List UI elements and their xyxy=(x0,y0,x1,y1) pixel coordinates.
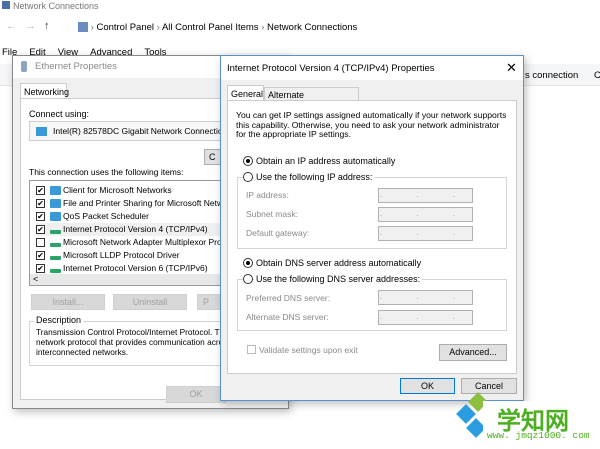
breadcrumb-item[interactable]: Network Connections xyxy=(267,22,357,33)
item-checkbox[interactable]: ✔ xyxy=(36,199,45,208)
close-icon[interactable]: ✕ xyxy=(506,60,517,76)
item-label: Microsoft LLDP Protocol Driver xyxy=(63,250,180,260)
use-dns-radio[interactable] xyxy=(243,274,253,284)
ip-address-field[interactable]: . . . xyxy=(378,188,473,203)
list-item[interactable]: Microsoft Network Adapter Multiplexor Pr… xyxy=(36,236,239,249)
obtain-dns-radio[interactable] xyxy=(243,258,253,268)
item-checkbox[interactable]: ✔ xyxy=(36,186,45,195)
item-label: Microsoft Network Adapter Multiplexor Pr… xyxy=(63,237,239,247)
toolbar-item[interactable]: s connection xyxy=(525,70,578,81)
toolbar-item[interactable]: C xyxy=(594,70,600,81)
watermark-logo: 学知网 www. jmqz1000. com xyxy=(447,392,600,449)
network-folder-icon xyxy=(2,1,10,9)
ok-button[interactable]: OK xyxy=(400,378,455,394)
obtain-ip-radio[interactable] xyxy=(243,156,253,166)
list-item[interactable]: ✔ Internet Protocol Version 4 (TCP/IPv4) xyxy=(36,223,238,236)
default-gateway-field[interactable]: . . . xyxy=(378,226,473,241)
ok-button[interactable]: OK xyxy=(166,386,226,403)
alternate-dns-label: Alternate DNS server: xyxy=(246,312,329,322)
subnet-mask-label: Subnet mask: xyxy=(246,209,298,219)
connect-using-label: Connect using: xyxy=(29,109,90,119)
use-ip-radio[interactable] xyxy=(243,172,253,182)
ip-address-label: IP address: xyxy=(246,190,289,200)
up-icon[interactable]: ↑ xyxy=(44,20,58,32)
advanced-button[interactable]: Advanced... xyxy=(439,344,507,361)
network-service-icon xyxy=(50,212,61,221)
explorer-title: Network Connections xyxy=(2,1,99,11)
item-checkbox[interactable] xyxy=(36,238,45,247)
default-gateway-label: Default gateway: xyxy=(246,228,310,238)
protocol-icon xyxy=(50,269,61,273)
preferred-dns-label: Preferred DNS server: xyxy=(246,293,331,303)
alternate-dns-field[interactable]: . . . xyxy=(378,310,473,325)
adapter-box: Intel(R) 82578DC Gigabit Network Connect… xyxy=(29,121,229,141)
items-label: This connection uses the following items… xyxy=(29,167,184,177)
forward-icon[interactable]: → xyxy=(25,20,44,32)
network-service-icon xyxy=(50,199,61,208)
item-label: QoS Packet Scheduler xyxy=(63,211,149,221)
breadcrumb-item[interactable]: Control Panel xyxy=(96,22,154,33)
install-button[interactable]: Install... xyxy=(31,294,105,310)
adapter-icon xyxy=(36,127,47,136)
protocol-icon xyxy=(50,256,61,260)
breadcrumb-item[interactable]: All Control Panel Items xyxy=(162,22,259,33)
item-label: Internet Protocol Version 4 (TCP/IPv4) xyxy=(63,224,208,234)
validate-checkbox[interactable] xyxy=(247,345,256,354)
cancel-button[interactable]: Cancel xyxy=(461,378,517,394)
ipv4-properties-dialog: Internet Protocol Version 4 (TCP/IPv4) P… xyxy=(220,55,524,401)
network-client-icon xyxy=(50,186,61,195)
item-checkbox[interactable]: ✔ xyxy=(36,225,45,234)
list-item[interactable]: ✔ QoS Packet Scheduler xyxy=(36,210,238,223)
protocol-icon xyxy=(50,230,61,234)
subnet-mask-field[interactable]: . . . xyxy=(378,207,473,222)
uninstall-button[interactable]: Uninstall xyxy=(113,294,187,310)
back-icon[interactable]: ← xyxy=(6,20,25,32)
item-checkbox[interactable]: ✔ xyxy=(36,212,45,221)
tab-general[interactable]: General xyxy=(227,85,264,101)
dialog-titlebar: Internet Protocol Version 4 (TCP/IPv4) P… xyxy=(221,56,523,80)
list-item[interactable]: ✔ Microsoft LLDP Protocol Driver xyxy=(36,249,238,262)
obtain-dns-label[interactable]: Obtain DNS server address automatically xyxy=(256,258,421,268)
items-list[interactable]: ✔ Client for Microsoft Networks ✔ File and … xyxy=(29,180,239,286)
use-dns-label[interactable]: Use the following DNS server addresses: xyxy=(254,274,423,284)
list-item[interactable]: ✔ Client for Microsoft Networks xyxy=(36,184,238,197)
protocol-icon xyxy=(50,243,61,247)
item-label: Client for Microsoft Networks xyxy=(63,185,172,195)
item-checkbox[interactable]: ✔ xyxy=(36,264,45,273)
tab-networking[interactable]: Networking xyxy=(20,83,69,99)
use-ip-label[interactable]: Use the following IP address: xyxy=(254,172,375,182)
item-checkbox[interactable]: ✔ xyxy=(36,251,45,260)
validate-label[interactable]: Validate settings upon exit xyxy=(259,345,358,355)
obtain-ip-label[interactable]: Obtain an IP address automatically xyxy=(256,156,395,166)
preferred-dns-field[interactable]: . . . xyxy=(378,290,473,305)
horizontal-scrollbar[interactable]: < xyxy=(30,274,238,285)
description-label: Description xyxy=(34,315,84,325)
item-label: File and Printer Sharing for Microsoft N… xyxy=(63,198,239,208)
list-item[interactable]: ✔ File and Printer Sharing for Microsoft … xyxy=(36,197,239,210)
control-panel-icon xyxy=(78,22,88,33)
tab-alternate-configuration[interactable]: Alternate Configuration xyxy=(264,87,359,110)
ethernet-icon xyxy=(21,61,27,72)
nav-buttons: ←→↑ xyxy=(6,20,58,32)
breadcrumb[interactable]: › Control Panel › All Control Panel Item… xyxy=(78,22,357,33)
intro-text: You can get IP settings assigned automat… xyxy=(236,110,507,139)
